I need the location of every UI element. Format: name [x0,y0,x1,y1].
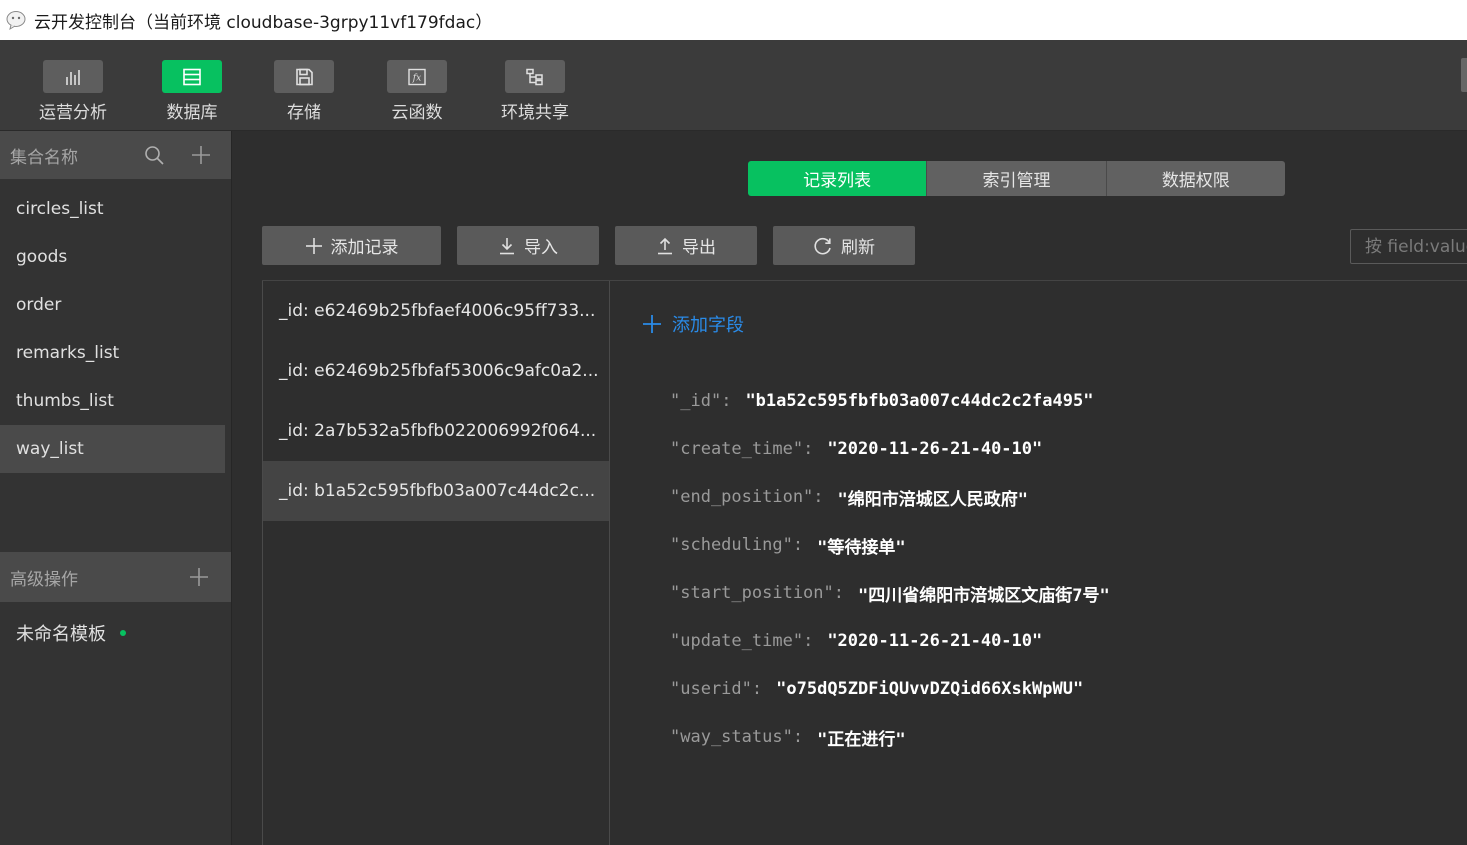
collection-item-selected[interactable]: way_list [0,425,225,473]
database-icon [162,60,222,93]
field-key: "start_position" [670,583,834,603]
advanced-header-label: 高级操作 [10,569,78,590]
action-bar: 添加记录 导入 导出 刷新 [262,226,931,265]
svg-text:fx: fx [412,73,421,83]
field-value: "2020-11-26-21-40-10" [827,439,1043,459]
collection-sidebar: 集合名称 circles_list goods order remarks_li… [0,131,232,845]
toolbar-database[interactable]: 数据库 [137,60,247,123]
record-item[interactable]: _id: e62469b25fbfaf53006c9afc0a2... [263,341,609,401]
record-item[interactable]: _id: e62469b25fbfaef4006c95ff733... [263,281,609,341]
record-list: _id: e62469b25fbfaef4006c95ff733... _id:… [262,281,610,845]
add-collection-icon[interactable] [189,143,213,167]
toolbar-analytics[interactable]: 运营分析 [18,60,128,123]
advanced-header: 高级操作 [0,552,231,602]
window-title: 云开发控制台（当前环境 cloudbase-3grpy11vf179fdac） [34,12,493,33]
plus-icon [643,315,661,333]
record-item[interactable]: _id: 2a7b532a5fbfb022006992f064... [263,401,609,461]
add-field-label: 添加字段 [672,315,744,336]
collection-item[interactable]: goods [0,233,225,281]
add-record-button[interactable]: 添加记录 [262,226,441,265]
bar-chart-icon [43,60,103,93]
collection-item[interactable]: order [0,281,225,329]
toolbar-analytics-label: 运营分析 [39,103,107,123]
search-icon[interactable] [142,143,166,167]
collection-header-label: 集合名称 [10,147,78,168]
collection-header: 集合名称 [0,131,231,179]
field-value: "o75dQ5ZDFiQUvvDZQid66XskWpWU" [776,679,1084,699]
field-value: "2020-11-26-21-40-10" [827,631,1043,651]
wechat-devtools-icon [6,9,28,31]
field-key: "_id" [670,391,722,411]
toolbar-cloud-function[interactable]: fx 云函数 [362,60,472,123]
template-item-label: 未命名模板 [16,624,106,645]
field-row[interactable]: "start_position": "四川省绵阳市涪城区文庙街7号" [670,569,1110,617]
field-key: "update_time" [670,631,804,651]
import-label: 导入 [524,238,558,258]
field-key: "create_time" [670,439,804,459]
field-row[interactable]: "update_time": "2020-11-26-21-40-10" [670,617,1110,665]
field-row[interactable]: "_id": "b1a52c595fbfb03a007c44dc2c2fa495" [670,377,1110,425]
tab-records[interactable]: 记录列表 [748,161,927,196]
field-key: "scheduling" [670,535,793,555]
record-detail: 添加字段 "_id": "b1a52c595fbfb03a007c44dc2c2f… [610,281,1467,845]
add-field-button[interactable]: 添加字段 [642,311,744,337]
add-template-icon[interactable] [187,565,211,589]
field-value: "绵阳市涪城区人民政府" [837,489,1029,510]
field-key: "end_position" [670,487,814,507]
toolbar-storage-label: 存储 [287,103,321,123]
toolbar-cloud-function-label: 云函数 [391,103,443,123]
field-value: "四川省绵阳市涪城区文庙街7号" [858,585,1110,606]
template-item[interactable]: 未命名模板 [16,620,126,646]
refresh-button[interactable]: 刷新 [773,226,915,265]
refresh-label: 刷新 [841,238,875,258]
export-button[interactable]: 导出 [615,226,757,265]
toolbar-env-share-label: 环境共享 [501,103,569,123]
upload-icon [658,237,672,254]
download-icon [500,237,514,254]
collection-item[interactable]: circles_list [0,185,225,233]
collection-list: circles_list goods order remarks_list th… [0,185,231,473]
field-value: "正在进行" [817,729,906,750]
storage-icon [274,60,334,93]
tab-index-management[interactable]: 索引管理 [926,161,1106,196]
field-list: "_id": "b1a52c595fbfb03a007c44dc2c2fa495"… [670,377,1110,761]
add-record-label: 添加记录 [330,238,399,258]
title-bar: 云开发控制台（当前环境 cloudbase-3grpy11vf179fdac） [0,0,1467,40]
field-value: "等待接单" [817,537,906,558]
field-row[interactable]: "scheduling": "等待接单" [670,521,1110,569]
toolbar-storage[interactable]: 存储 [249,60,359,123]
import-button[interactable]: 导入 [457,226,599,265]
field-row[interactable]: "userid": "o75dQ5ZDFiQUvvDZQid66XskWpWU" [670,665,1110,713]
toolbar-env-share[interactable]: 环境共享 [480,60,590,123]
plus-icon [305,237,322,254]
tab-bar: 记录列表 索引管理 数据权限 [748,161,1285,196]
share-tree-icon [505,60,565,93]
field-key: "way_status" [670,727,793,747]
unsaved-dot-icon [120,630,126,636]
filter-input[interactable] [1350,229,1467,264]
field-value: "b1a52c595fbfb03a007c44dc2c2fa495" [745,391,1094,411]
tab-data-permission[interactable]: 数据权限 [1105,161,1285,196]
main-panel: 记录列表 索引管理 数据权限 添加记录 导入 导出 刷新 _id: e62469… [233,131,1467,845]
toolbar-database-label: 数据库 [166,103,218,123]
export-label: 导出 [682,238,716,258]
function-icon: fx [387,60,447,93]
collection-item[interactable]: remarks_list [0,329,225,377]
toolbar-right-handle[interactable] [1461,58,1467,92]
collection-item[interactable]: thumbs_list [0,377,225,425]
record-item-selected[interactable]: _id: b1a52c595fbfb03a007c44dc2c... [263,461,609,521]
field-row[interactable]: "create_time": "2020-11-26-21-40-10" [670,425,1110,473]
field-key: "userid" [670,679,752,699]
top-toolbar: 运营分析 数据库 存储 fx 云函数 环境共享 [0,40,1467,131]
refresh-icon [814,237,831,254]
field-row[interactable]: "end_position": "绵阳市涪城区人民政府" [670,473,1110,521]
field-row[interactable]: "way_status": "正在进行" [670,713,1110,761]
